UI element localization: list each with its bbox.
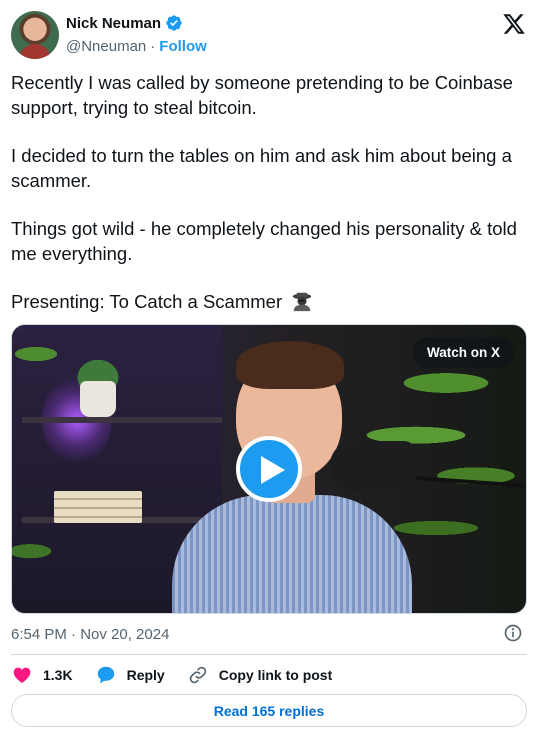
x-logo-icon[interactable] bbox=[502, 12, 526, 36]
detective-emoji-icon bbox=[293, 292, 312, 312]
reply-bubble-icon bbox=[95, 664, 117, 686]
video-person-shirt bbox=[172, 495, 412, 613]
video-left-leaves bbox=[12, 325, 72, 613]
heart-icon bbox=[11, 664, 33, 686]
video-plant-pot bbox=[80, 381, 116, 417]
handle-separator: · bbox=[150, 38, 156, 55]
reply-button[interactable]: Reply bbox=[95, 664, 165, 686]
play-icon bbox=[261, 456, 285, 484]
link-icon bbox=[187, 664, 209, 686]
reply-label: Reply bbox=[126, 667, 165, 683]
like-count: 1.3K bbox=[43, 667, 73, 683]
post-paragraph-4: Presenting: To Catch a Scammer bbox=[11, 290, 531, 315]
post-paragraph-3: Things got wild - he completely changed … bbox=[11, 218, 517, 264]
avatar-shirt bbox=[19, 44, 51, 59]
play-button[interactable] bbox=[236, 436, 302, 502]
copy-link-label: Copy link to post bbox=[218, 667, 333, 683]
follow-button[interactable]: Follow bbox=[159, 38, 207, 55]
read-replies-button[interactable]: Read 165 replies bbox=[11, 694, 527, 727]
post-last-line: Presenting: To Catch a Scammer bbox=[11, 291, 283, 312]
author-name-row: Nick Neuman bbox=[66, 14, 183, 32]
author-handle[interactable]: @Nneuman bbox=[66, 38, 146, 55]
post-paragraph-2: I decided to turn the tables on him and … bbox=[11, 145, 512, 191]
like-button[interactable]: 1.3K bbox=[11, 664, 73, 686]
post-paragraph-1: Recently I was called by someone pretend… bbox=[11, 72, 513, 118]
video-thumbnail[interactable]: Watch on X bbox=[11, 324, 527, 614]
post-timestamp[interactable]: 6:54 PM · Nov 20, 2024 bbox=[11, 626, 169, 643]
verified-badge-icon bbox=[166, 15, 182, 31]
post-actions: 1.3K Reply Copy link to post bbox=[11, 662, 354, 688]
author-display-name[interactable]: Nick Neuman bbox=[66, 15, 161, 32]
author-handle-row: @Nneuman · Follow bbox=[66, 38, 207, 55]
watch-on-x-button[interactable]: Watch on X bbox=[413, 337, 514, 368]
actions-divider bbox=[11, 654, 527, 655]
author-avatar[interactable] bbox=[11, 11, 59, 59]
info-icon[interactable] bbox=[503, 623, 523, 643]
copy-link-button[interactable]: Copy link to post bbox=[187, 664, 333, 686]
post-text: Recently I was called by someone pretend… bbox=[11, 71, 531, 339]
video-person-hair bbox=[236, 341, 344, 389]
video-microphone bbox=[330, 441, 416, 491]
post-meta-row: 6:54 PM · Nov 20, 2024 bbox=[11, 623, 527, 645]
